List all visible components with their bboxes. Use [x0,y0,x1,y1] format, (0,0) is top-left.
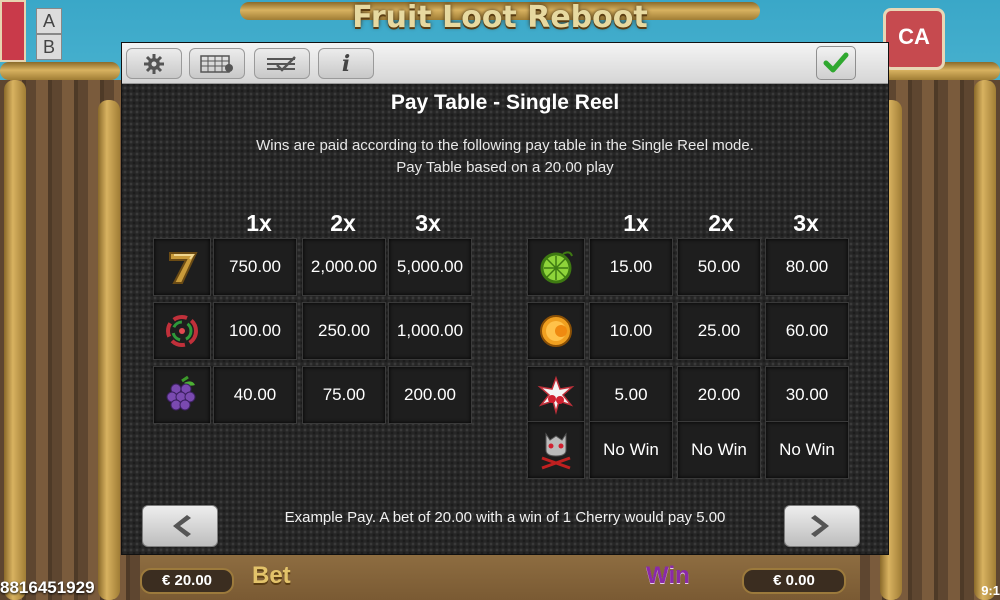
cell-cherry-1x: 5.00 [589,366,673,424]
ab-toggle-b[interactable]: B [36,34,62,60]
left-header-1x: 1x [246,210,272,236]
gear-icon [144,53,164,74]
rules-button[interactable] [254,48,310,79]
cell-lime-3x: 80.00 [765,238,849,296]
grapes-symbol [153,366,211,424]
description-line-2: Pay Table based on a 20.00 play [396,159,614,176]
next-page-button[interactable] [784,505,860,547]
cell-grapes-1x: 40.00 [213,366,297,424]
bet-value: € 20.00 [140,568,234,594]
win-value: € 0.00 [742,568,846,594]
right-header-2x: 2x [708,210,734,236]
cell-cherry-3x: 30.00 [765,366,849,424]
bamboo-beam [0,62,120,80]
bet-label: Bet [252,562,291,589]
cell-watermelon-2x: 250.00 [302,302,386,360]
cell-grapes-2x: 75.00 [302,366,386,424]
previous-page-button[interactable] [142,505,218,547]
cell-skull-1x: No Win [589,421,673,479]
bamboo-pole [974,80,996,600]
cell-cherry-2x: 20.00 [677,366,761,424]
dialog-toolbar: i [122,43,888,84]
paytable-dialog: i Pay Table - Single Reel Wins are paid … [121,42,889,555]
lime-symbol [527,238,585,296]
win-label: Win [646,562,690,589]
info-icon: i [341,50,351,77]
orange-icon [540,315,572,347]
cell-grapes-3x: 200.00 [388,366,472,424]
grapes-icon [166,375,196,411]
cell-skull-3x: No Win [765,421,849,479]
bottom-bar: 8816451929 € 20.00 Bet Win € 0.00 9:1 [0,552,1000,600]
close-dialog-button[interactable] [816,46,856,80]
cell-watermelon-1x: 100.00 [213,302,297,360]
seven-icon [169,252,198,284]
cell-lime-1x: 15.00 [589,238,673,296]
credit-number: 8816451929 [0,578,95,597]
cell-skull-2x: No Win [677,421,761,479]
clock: 9:1 [981,583,1000,598]
cell-seven-3x: 5,000.00 [388,238,472,296]
cherry-icon [537,375,575,415]
cherry-symbol [527,366,585,424]
cell-seven-1x: 750.00 [213,238,297,296]
paytable-button[interactable] [189,48,245,79]
bamboo-pole [98,100,120,600]
skull-icon [541,432,571,470]
settings-button[interactable] [126,48,182,79]
paytable-icon [200,54,233,73]
cell-orange-3x: 60.00 [765,302,849,360]
orange-symbol [527,302,585,360]
right-header-1x: 1x [623,210,649,236]
description-line-1: Wins are paid according to the following… [256,137,754,154]
left-header-3x: 3x [415,210,441,236]
watermelon-symbol [153,302,211,360]
left-header-2x: 2x [330,210,356,236]
chevron-left-icon [173,515,191,537]
checkmark-icon [823,52,849,73]
cell-orange-2x: 25.00 [677,302,761,360]
cell-watermelon-3x: 1,000.00 [388,302,472,360]
right-header-3x: 3x [793,210,819,236]
dialog-title: Pay Table - Single Reel [390,91,620,114]
seven-symbol [153,238,211,296]
cell-seven-2x: 2,000.00 [302,238,386,296]
game-title: Fruit Loot Reboot [352,0,648,35]
lime-icon [540,251,573,284]
chevron-right-icon [811,515,829,537]
info-button[interactable]: i [318,48,374,79]
example-pay-text: Example Pay. A bet of 20.00 with a win o… [284,509,726,526]
watermelon-icon [166,315,198,347]
bamboo-pole [4,80,26,600]
skull-symbol [527,421,585,479]
cell-lime-2x: 50.00 [677,238,761,296]
logo-button[interactable]: CA [883,8,945,70]
dialog-description: Wins are paid according to the following… [122,135,888,179]
rules-icon [267,55,296,72]
cell-orange-1x: 10.00 [589,302,673,360]
